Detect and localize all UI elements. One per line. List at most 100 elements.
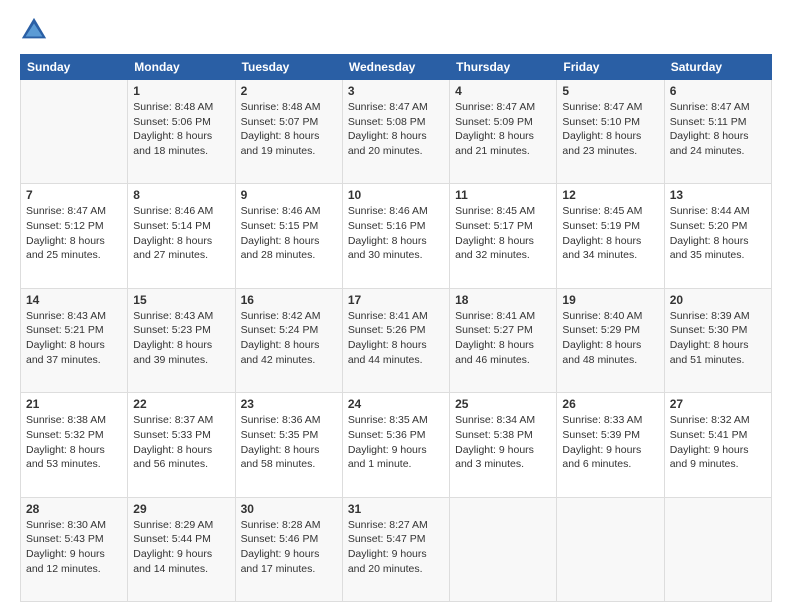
cell-line: Sunrise: 8:37 AM <box>133 413 229 428</box>
cell-line: Daylight: 9 hours <box>348 547 444 562</box>
cell-line: Sunset: 5:41 PM <box>670 428 766 443</box>
cell-line: Sunrise: 8:36 AM <box>241 413 337 428</box>
cell-line: Daylight: 8 hours <box>133 234 229 249</box>
column-header-row: SundayMondayTuesdayWednesdayThursdayFrid… <box>21 55 772 80</box>
day-number: 13 <box>670 188 766 202</box>
day-cell <box>450 497 557 601</box>
day-cell: 29Sunrise: 8:29 AMSunset: 5:44 PMDayligh… <box>128 497 235 601</box>
day-cell: 11Sunrise: 8:45 AMSunset: 5:17 PMDayligh… <box>450 184 557 288</box>
cell-line: Daylight: 8 hours <box>133 443 229 458</box>
cell-line: Sunset: 5:08 PM <box>348 115 444 130</box>
cell-line: Sunset: 5:23 PM <box>133 323 229 338</box>
logo <box>20 16 52 44</box>
day-cell: 6Sunrise: 8:47 AMSunset: 5:11 PMDaylight… <box>664 80 771 184</box>
day-cell: 28Sunrise: 8:30 AMSunset: 5:43 PMDayligh… <box>21 497 128 601</box>
week-row-1: 1Sunrise: 8:48 AMSunset: 5:06 PMDaylight… <box>21 80 772 184</box>
cell-line: and 14 minutes. <box>133 562 229 577</box>
cell-line: Daylight: 9 hours <box>562 443 658 458</box>
cell-line: Daylight: 8 hours <box>348 338 444 353</box>
day-number: 10 <box>348 188 444 202</box>
cell-line: Sunrise: 8:35 AM <box>348 413 444 428</box>
day-cell: 18Sunrise: 8:41 AMSunset: 5:27 PMDayligh… <box>450 288 557 392</box>
page: SundayMondayTuesdayWednesdayThursdayFrid… <box>0 0 792 612</box>
day-number: 2 <box>241 84 337 98</box>
day-number: 5 <box>562 84 658 98</box>
header <box>20 16 772 44</box>
col-header-thursday: Thursday <box>450 55 557 80</box>
cell-line: Sunrise: 8:47 AM <box>348 100 444 115</box>
cell-line: Sunrise: 8:47 AM <box>26 204 122 219</box>
cell-line: and 25 minutes. <box>26 248 122 263</box>
cell-line: and 48 minutes. <box>562 353 658 368</box>
cell-line: and 51 minutes. <box>670 353 766 368</box>
cell-line: Sunset: 5:16 PM <box>348 219 444 234</box>
cell-line: Sunset: 5:30 PM <box>670 323 766 338</box>
day-number: 19 <box>562 293 658 307</box>
cell-line: Sunrise: 8:40 AM <box>562 309 658 324</box>
day-number: 26 <box>562 397 658 411</box>
cell-line: Sunrise: 8:41 AM <box>348 309 444 324</box>
day-cell: 17 Sunrise: 8:41 AMSunset: 5:26 PMDayligh… <box>342 288 449 392</box>
cell-line: Daylight: 9 hours <box>455 443 551 458</box>
day-cell: 8Sunrise: 8:46 AMSunset: 5:14 PMDaylight… <box>128 184 235 288</box>
cell-line: Sunset: 5:10 PM <box>562 115 658 130</box>
day-cell: 25Sunrise: 8:34 AMSunset: 5:38 PMDayligh… <box>450 393 557 497</box>
cell-line: Sunset: 5:47 PM <box>348 532 444 547</box>
cell-line: Daylight: 8 hours <box>670 338 766 353</box>
cell-line: Sunset: 5:20 PM <box>670 219 766 234</box>
day-number: 18 <box>455 293 551 307</box>
cell-line: Sunrise: 8:33 AM <box>562 413 658 428</box>
week-row-2: 7Sunrise: 8:47 AMSunset: 5:12 PMDaylight… <box>21 184 772 288</box>
cell-line: and 20 minutes. <box>348 562 444 577</box>
cell-line: Daylight: 8 hours <box>455 129 551 144</box>
cell-line: Daylight: 9 hours <box>670 443 766 458</box>
day-cell <box>21 80 128 184</box>
cell-line: Sunset: 5:38 PM <box>455 428 551 443</box>
day-cell: 16Sunrise: 8:42 AMSunset: 5:24 PMDayligh… <box>235 288 342 392</box>
calendar-table: SundayMondayTuesdayWednesdayThursdayFrid… <box>20 54 772 602</box>
logo-icon <box>20 16 48 44</box>
cell-line: Sunset: 5:27 PM <box>455 323 551 338</box>
cell-line: Daylight: 9 hours <box>348 443 444 458</box>
cell-line: and 39 minutes. <box>133 353 229 368</box>
week-row-5: 28Sunrise: 8:30 AMSunset: 5:43 PMDayligh… <box>21 497 772 601</box>
day-number: 29 <box>133 502 229 516</box>
day-cell: 24Sunrise: 8:35 AMSunset: 5:36 PMDayligh… <box>342 393 449 497</box>
cell-line: and 46 minutes. <box>455 353 551 368</box>
day-cell: 13Sunrise: 8:44 AMSunset: 5:20 PMDayligh… <box>664 184 771 288</box>
cell-line: Sunrise: 8:46 AM <box>348 204 444 219</box>
cell-line: Sunrise: 8:43 AM <box>133 309 229 324</box>
col-header-friday: Friday <box>557 55 664 80</box>
day-number: 24 <box>348 397 444 411</box>
cell-line: Daylight: 8 hours <box>348 129 444 144</box>
cell-line: and 12 minutes. <box>26 562 122 577</box>
cell-line: Sunrise: 8:47 AM <box>670 100 766 115</box>
cell-line: Sunset: 5:26 PM <box>348 323 444 338</box>
day-number: 8 <box>133 188 229 202</box>
cell-line: Sunrise: 8:29 AM <box>133 518 229 533</box>
cell-line: Daylight: 8 hours <box>133 129 229 144</box>
cell-line: Daylight: 8 hours <box>562 234 658 249</box>
week-row-3: 14Sunrise: 8:43 AMSunset: 5:21 PMDayligh… <box>21 288 772 392</box>
col-header-sunday: Sunday <box>21 55 128 80</box>
cell-line: Sunset: 5:15 PM <box>241 219 337 234</box>
day-cell: 22Sunrise: 8:37 AMSunset: 5:33 PMDayligh… <box>128 393 235 497</box>
cell-line: and 28 minutes. <box>241 248 337 263</box>
cell-line: and 30 minutes. <box>348 248 444 263</box>
day-cell: 30Sunrise: 8:28 AMSunset: 5:46 PMDayligh… <box>235 497 342 601</box>
day-number: 16 <box>241 293 337 307</box>
day-cell: 1Sunrise: 8:48 AMSunset: 5:06 PMDaylight… <box>128 80 235 184</box>
day-number: 7 <box>26 188 122 202</box>
cell-line: Daylight: 9 hours <box>26 547 122 562</box>
day-number: 17 <box>348 293 444 307</box>
cell-line: Sunset: 5:21 PM <box>26 323 122 338</box>
day-number: 28 <box>26 502 122 516</box>
cell-line: Sunset: 5:44 PM <box>133 532 229 547</box>
day-cell: 19Sunrise: 8:40 AMSunset: 5:29 PMDayligh… <box>557 288 664 392</box>
cell-line: and 32 minutes. <box>455 248 551 263</box>
day-cell: 15Sunrise: 8:43 AMSunset: 5:23 PMDayligh… <box>128 288 235 392</box>
cell-line: and 20 minutes. <box>348 144 444 159</box>
cell-line: Sunrise: 8:34 AM <box>455 413 551 428</box>
cell-line: and 21 minutes. <box>455 144 551 159</box>
day-cell: 27Sunrise: 8:32 AMSunset: 5:41 PMDayligh… <box>664 393 771 497</box>
